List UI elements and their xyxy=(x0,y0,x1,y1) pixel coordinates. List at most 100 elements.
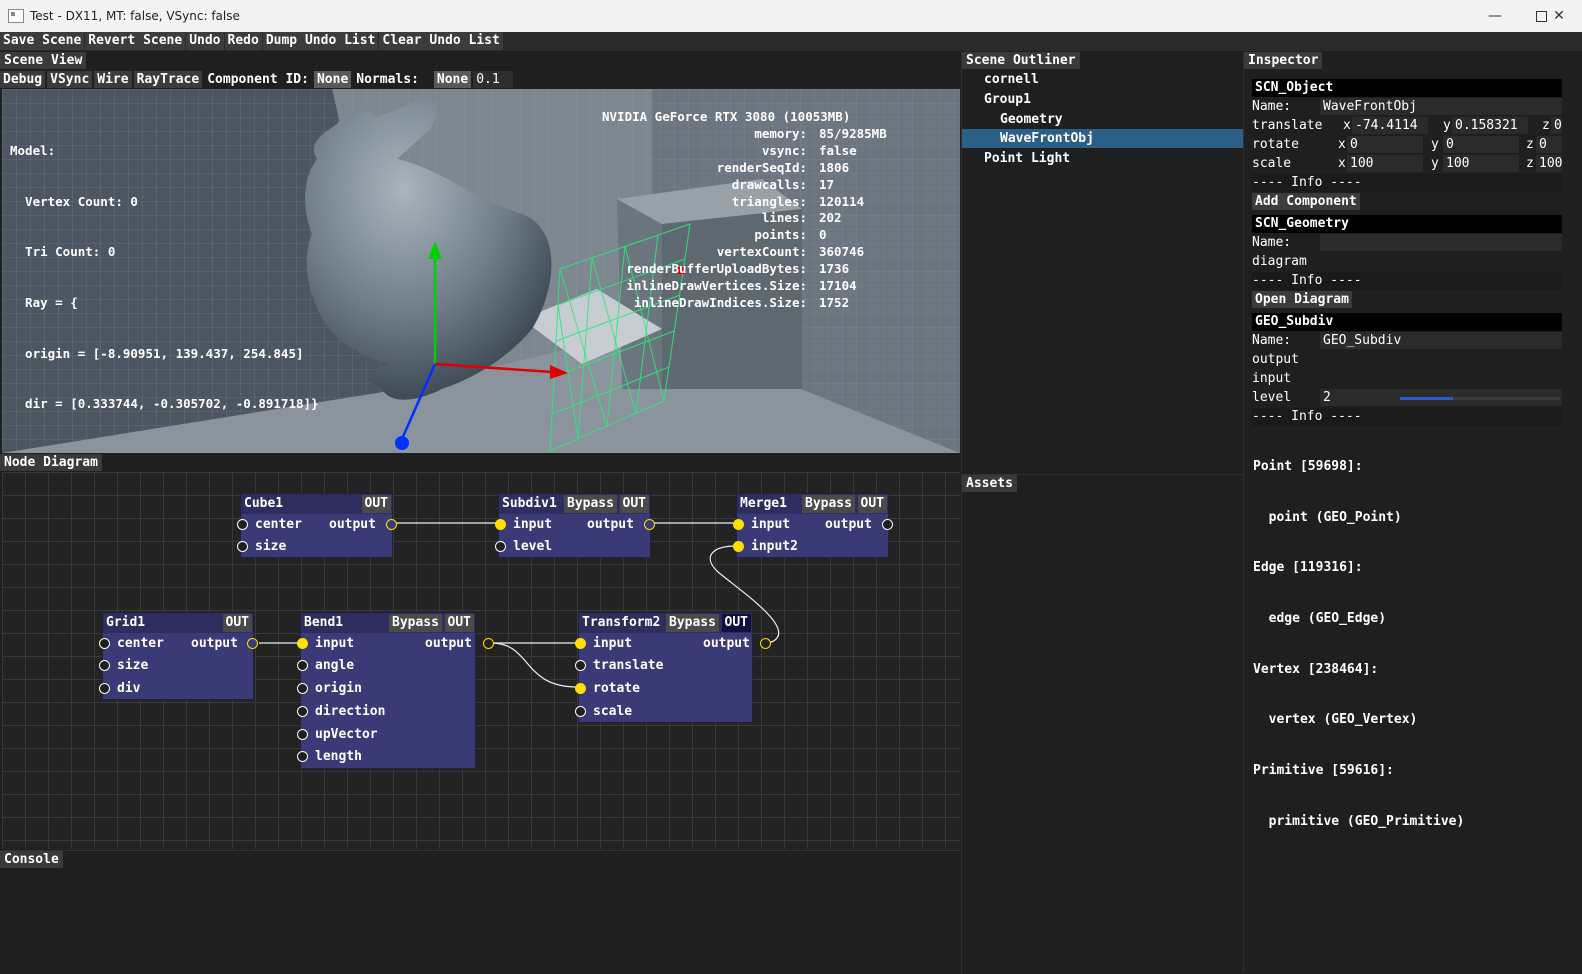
node-cube1[interactable]: Cube1 OUT center output size xyxy=(237,493,397,558)
bypass-button[interactable]: Bypass xyxy=(389,614,442,632)
port-pin[interactable] xyxy=(495,519,506,530)
rotate-z-input[interactable]: 0 xyxy=(1536,136,1562,153)
minimize-icon[interactable]: — xyxy=(1472,0,1518,32)
outliner-item-cornell[interactable]: cornell xyxy=(984,70,1039,89)
port-pin[interactable] xyxy=(733,519,744,530)
port-pin[interactable] xyxy=(297,638,308,649)
port-pin[interactable] xyxy=(237,541,248,552)
port-pin[interactable] xyxy=(297,706,308,717)
redo-button[interactable]: Redo xyxy=(224,32,262,50)
port-pin[interactable] xyxy=(99,683,110,694)
port-pin[interactable] xyxy=(297,751,308,762)
port-pin[interactable] xyxy=(575,683,586,694)
scale-x-input[interactable]: 100 xyxy=(1347,155,1423,172)
node-bend1[interactable]: Bend1 Bypass OUT input output angle orig… xyxy=(297,612,494,769)
object-name-input[interactable]: WaveFrontObj xyxy=(1320,98,1562,115)
out-button[interactable]: OUT xyxy=(721,614,751,632)
stat-value: 202 xyxy=(819,210,842,226)
port-pin[interactable] xyxy=(644,519,655,530)
outliner-item-group1[interactable]: Group1 xyxy=(984,90,1031,109)
port-pin[interactable] xyxy=(386,519,397,530)
scene-outliner-tab[interactable]: Scene Outliner xyxy=(962,52,1080,69)
out-button[interactable]: OUT xyxy=(444,614,474,632)
scene-viewport[interactable]: Model: Vertex Count: 0 Tri Count: 0 Ray … xyxy=(2,89,960,453)
geometry-info-header[interactable]: ---- Info ---- xyxy=(1252,272,1562,290)
node-transform2[interactable]: Transform2 Bypass OUT input output trans… xyxy=(575,612,771,723)
out-button[interactable]: OUT xyxy=(857,495,887,513)
inspector-tab[interactable]: Inspector xyxy=(1244,52,1323,69)
close-icon[interactable]: ✕ xyxy=(1536,0,1582,32)
dump-undo-list-button[interactable]: Dump Undo List xyxy=(262,32,379,50)
subdiv-info-header[interactable]: ---- Info ---- xyxy=(1252,408,1562,426)
normals-scale-input[interactable]: 0.1 xyxy=(473,71,514,88)
info-line: primitive (GEO_Primitive) xyxy=(1253,813,1465,829)
normals-dropdown[interactable]: None xyxy=(433,71,472,88)
node-diagram-tab[interactable]: Node Diagram xyxy=(0,454,102,471)
component-id-dropdown[interactable]: None xyxy=(313,71,352,88)
port-pin[interactable] xyxy=(882,519,893,530)
translate-z-input[interactable]: 0 xyxy=(1551,117,1562,134)
port-pin[interactable] xyxy=(99,638,110,649)
debug-button[interactable]: Debug xyxy=(0,71,46,88)
object-info-header[interactable]: ---- Info ---- xyxy=(1252,174,1562,192)
scale-z-input[interactable]: 100 xyxy=(1536,155,1562,172)
save-scene-button[interactable]: Save Scene xyxy=(0,32,85,50)
scale-y-input[interactable]: 100 xyxy=(1443,155,1519,172)
translate-y-input[interactable]: 0.158321 xyxy=(1452,117,1528,134)
port-pin[interactable] xyxy=(297,729,308,740)
port-pin[interactable] xyxy=(483,638,494,649)
port-pin[interactable] xyxy=(760,638,771,649)
bypass-button[interactable]: Bypass xyxy=(802,495,855,513)
outliner-item-geometry[interactable]: Geometry xyxy=(1000,110,1063,129)
out-button[interactable]: OUT xyxy=(361,495,391,513)
undo-button[interactable]: Undo xyxy=(186,32,224,50)
rotate-x-input[interactable]: 0 xyxy=(1347,136,1423,153)
wire-button[interactable]: Wire xyxy=(94,71,132,88)
translate-y-label: y xyxy=(1443,118,1451,133)
geo-subdiv-header[interactable]: GEO_Subdiv xyxy=(1252,313,1562,331)
port-input2: input2 xyxy=(751,539,798,554)
scn-geometry-header[interactable]: SCN_Geometry xyxy=(1252,215,1562,233)
bypass-button[interactable]: Bypass xyxy=(564,495,617,513)
console-tab[interactable]: Console xyxy=(0,851,63,868)
node-diagram-canvas[interactable]: Cube1 OUT center output size Subdiv1 Byp… xyxy=(2,472,960,849)
translate-label: translate xyxy=(1252,118,1323,133)
vsync-button[interactable]: VSync xyxy=(47,71,93,88)
bypass-button[interactable]: Bypass xyxy=(666,614,719,632)
port-pin[interactable] xyxy=(575,660,586,671)
rotate-y-input[interactable]: 0 xyxy=(1443,136,1519,153)
scn-object-header[interactable]: SCN_Object xyxy=(1252,79,1562,97)
add-component-button[interactable]: Add Component xyxy=(1252,193,1360,210)
port-pin[interactable] xyxy=(733,541,744,552)
node-merge1[interactable]: Merge1 Bypass OUT input output input2 xyxy=(733,493,893,558)
port-pin[interactable] xyxy=(99,660,110,671)
geometry-name-input[interactable] xyxy=(1320,234,1562,251)
port-length: length xyxy=(315,749,362,764)
subdiv-name-input[interactable]: GEO_Subdiv xyxy=(1320,332,1562,349)
scene-view-tab[interactable]: Scene View xyxy=(0,52,87,69)
outliner-item-point-light[interactable]: Point Light xyxy=(984,149,1070,168)
model-info-line: Ray = { xyxy=(10,294,78,310)
outliner-item-wavefrontobj[interactable]: WaveFrontObj xyxy=(962,129,1243,148)
subdiv-level-slider[interactable]: 2 xyxy=(1320,389,1562,406)
node-title: Grid1 xyxy=(106,615,146,630)
clear-undo-list-button[interactable]: Clear Undo List xyxy=(379,32,503,50)
out-button[interactable]: OUT xyxy=(222,614,252,632)
revert-scene-button[interactable]: Revert Scene xyxy=(85,32,186,50)
port-pin[interactable] xyxy=(495,541,506,552)
assets-tab[interactable]: Assets xyxy=(962,475,1017,492)
port-pin[interactable] xyxy=(575,638,586,649)
node-grid1[interactable]: Grid1 OUT center output size div xyxy=(99,612,258,700)
port-pin[interactable] xyxy=(237,519,248,530)
node-subdiv1[interactable]: Subdiv1 Bypass OUT input output level xyxy=(495,493,655,558)
window-title: Test - DX11, MT: false, VSync: false xyxy=(30,9,240,23)
translate-x-input[interactable]: -74.4114 xyxy=(1352,117,1428,134)
out-button[interactable]: OUT xyxy=(619,495,649,513)
port-pin[interactable] xyxy=(247,638,258,649)
port-pin[interactable] xyxy=(297,683,308,694)
raytrace-button[interactable]: RayTrace xyxy=(133,71,203,88)
port-pin[interactable] xyxy=(297,660,308,671)
diagram-label: diagram xyxy=(1252,254,1307,269)
port-pin[interactable] xyxy=(575,706,586,717)
open-diagram-button[interactable]: Open Diagram xyxy=(1252,291,1352,308)
